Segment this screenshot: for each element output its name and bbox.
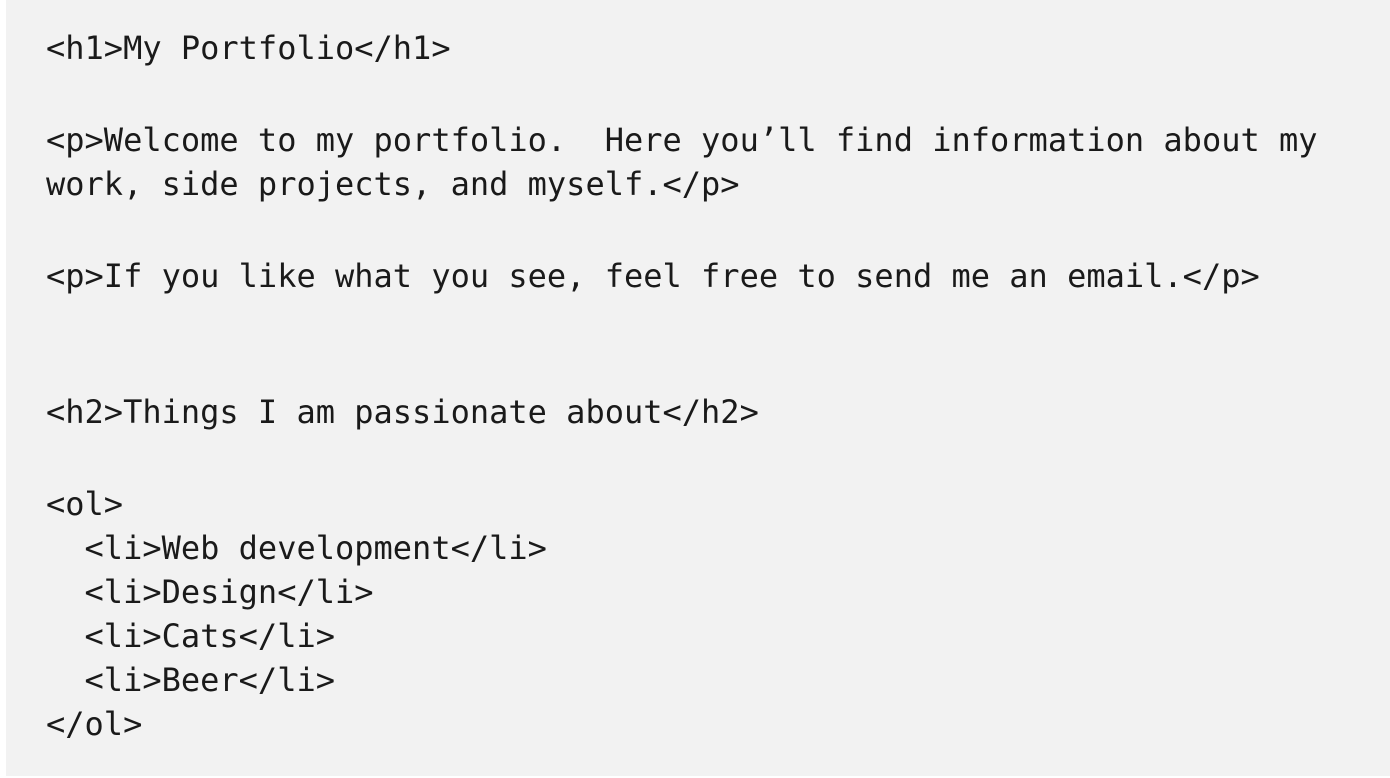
code-line-li-cats: <li>Cats</li> — [46, 617, 335, 655]
code-line-h1: <h1>My Portfolio</h1> — [46, 29, 451, 67]
code-line-p1-end: work, side projects, and myself.</p> — [46, 165, 740, 203]
code-line-li-design: <li>Design</li> — [46, 573, 374, 611]
code-line-h2: <h2>Things I am passionate about</h2> — [46, 393, 759, 431]
code-line-p1-start: <p>Welcome to my portfolio. Here you’ll … — [46, 121, 1318, 159]
code-line-li-web: <li>Web development</li> — [46, 529, 547, 567]
code-line-li-beer: <li>Beer</li> — [46, 661, 335, 699]
code-line-p2: <p>If you like what you see, feel free t… — [46, 257, 1260, 295]
code-line-ol-open: <ol> — [46, 485, 124, 523]
code-line-ol-close: </ol> — [46, 705, 143, 743]
code-block: <h1>My Portfolio</h1> <p>Welcome to my p… — [6, 0, 1390, 776]
